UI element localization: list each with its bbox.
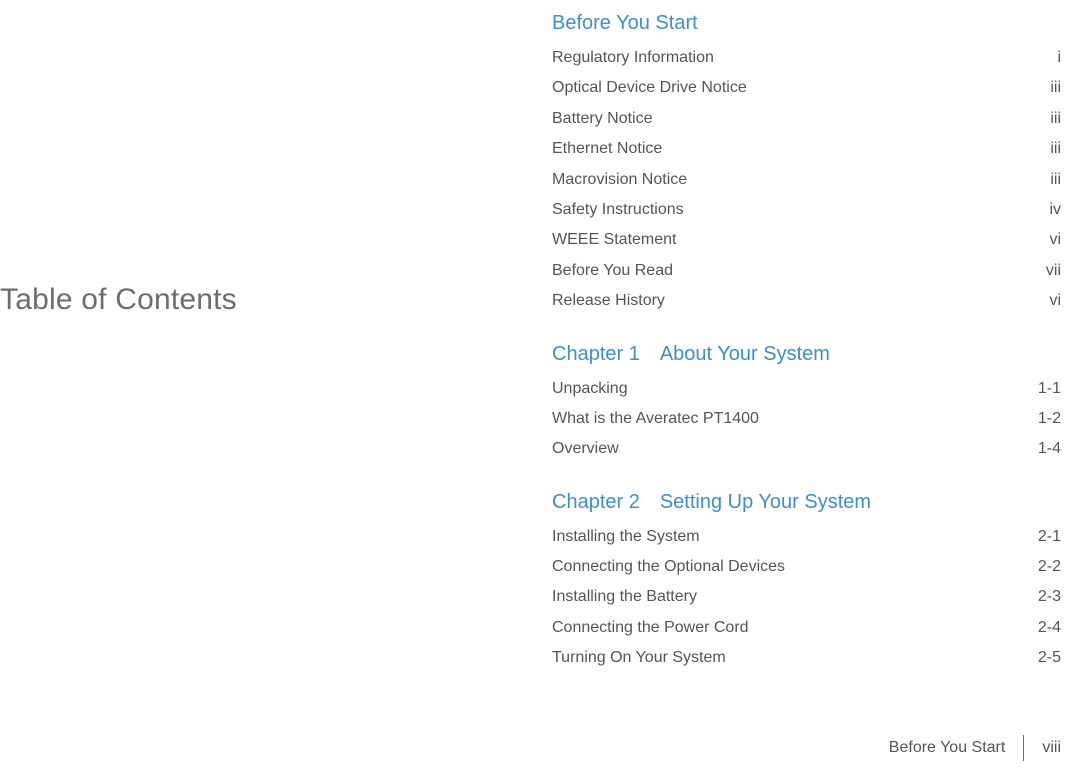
toc-entry-label: Overview [552,434,1011,464]
toc-entry-page: vi [1011,225,1061,255]
toc-entry: Safety Instructions iv [552,195,1061,225]
toc-entry: Before You Read vii [552,256,1061,286]
toc-entry-page: iii [1011,73,1061,103]
toc-entry: Regulatory Information i [552,43,1061,73]
toc-entry-label: Optical Device Drive Notice [552,73,1011,103]
toc-entry: What is the Averatec PT1400 1-2 [552,404,1061,434]
toc-entry-label: Installing the System [552,522,1011,552]
toc-entry: Overview 1-4 [552,434,1061,464]
toc-entry-page: iii [1011,165,1061,195]
toc-entry: Installing the Battery 2-3 [552,582,1061,612]
toc-section-chapter-2: Chapter 2 Setting Up Your System Install… [552,491,1061,674]
toc-entry-page: 2-4 [1011,613,1061,643]
section-heading: Chapter 2 Setting Up Your System [552,491,1061,514]
toc-entry-page: 1-4 [1011,434,1061,464]
toc-entry-label: Regulatory Information [552,43,1011,73]
footer-page-number: viii [1024,739,1087,757]
toc-entry-label: WEEE Statement [552,225,1011,255]
toc-entry-page: iv [1011,195,1061,225]
toc-entry-page: 1-1 [1011,374,1061,404]
toc-entry-page: iii [1011,134,1061,164]
toc-entry-page: 2-5 [1011,643,1061,673]
toc-entry-page: 2-1 [1011,522,1061,552]
toc-entry-label: Connecting the Optional Devices [552,552,1011,582]
toc-entry-label: Safety Instructions [552,195,1011,225]
toc-entry-label: What is the Averatec PT1400 [552,404,1011,434]
toc-entry-page: iii [1011,104,1061,134]
toc-entry-page: 2-3 [1011,582,1061,612]
toc-entry-label: Unpacking [552,374,1011,404]
toc-entry: Optical Device Drive Notice iii [552,73,1061,103]
toc-section-before-you-start: Before You Start Regulatory Information … [552,12,1061,317]
toc-entry-label: Connecting the Power Cord [552,613,1011,643]
toc-entry-label: Before You Read [552,256,1011,286]
toc-entry: WEEE Statement vi [552,225,1061,255]
toc-entry-label: Installing the Battery [552,582,1011,612]
toc-entry-page: i [1011,43,1061,73]
toc-entry: Connecting the Optional Devices 2-2 [552,552,1061,582]
toc-entry-label: Battery Notice [552,104,1011,134]
page-footer: Before You Start viii [889,735,1087,761]
toc-entry-label: Macrovision Notice [552,165,1011,195]
toc-entry-label: Turning On Your System [552,643,1011,673]
toc-entry-page: 1-2 [1011,404,1061,434]
toc-entry: Ethernet Notice iii [552,134,1061,164]
toc-entry-label: Ethernet Notice [552,134,1011,164]
toc-entry: Unpacking 1-1 [552,374,1061,404]
toc-entry: Connecting the Power Cord 2-4 [552,613,1061,643]
toc-entry-page: 2-2 [1011,552,1061,582]
toc-entry-page: vi [1011,286,1061,316]
toc-entry-page: vii [1011,256,1061,286]
left-pane: Table of Contents [0,0,552,783]
section-heading: Before You Start [552,12,1061,35]
toc-section-chapter-1: Chapter 1 About Your System Unpacking 1-… [552,343,1061,465]
toc-entry: Macrovision Notice iii [552,165,1061,195]
footer-section-name: Before You Start [889,739,1024,757]
toc-entry: Release History vi [552,286,1061,316]
toc-entry-label: Release History [552,286,1011,316]
toc-entry: Battery Notice iii [552,104,1061,134]
page-title: Table of Contents [0,283,237,317]
toc-listing: Before You Start Regulatory Information … [552,0,1087,783]
toc-entry: Turning On Your System 2-5 [552,643,1061,673]
section-heading: Chapter 1 About Your System [552,343,1061,366]
toc-entry: Installing the System 2-1 [552,522,1061,552]
